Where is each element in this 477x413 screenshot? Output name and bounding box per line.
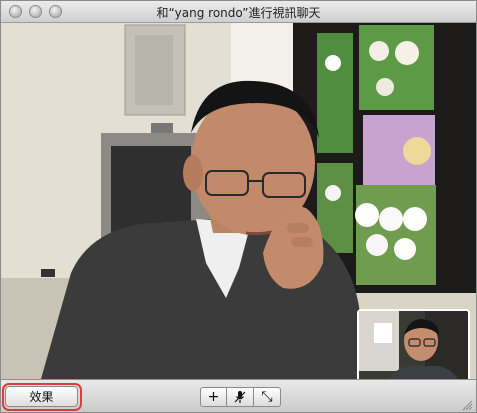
microphone-icon — [234, 391, 246, 403]
fullscreen-arrows-icon: ⤡ — [261, 389, 273, 405]
window-title: 和“yang rondo”進行視訊聊天 — [156, 6, 321, 20]
self-view-preview[interactable] — [357, 309, 470, 379]
bottom-toolbar: 效果 + ⤡ — [1, 379, 476, 412]
video-chat-window: 和“yang rondo”進行視訊聊天 效果 + ⤡ — [0, 0, 477, 413]
title-bar[interactable]: 和“yang rondo”進行視訊聊天 — [1, 1, 476, 23]
call-controls: + ⤡ — [200, 387, 282, 407]
fullscreen-button[interactable]: ⤡ — [254, 387, 281, 407]
resize-grip-icon[interactable] — [461, 399, 473, 411]
mute-button[interactable] — [227, 387, 254, 407]
remote-video-feed — [1, 23, 476, 379]
effects-button[interactable]: 效果 — [5, 386, 78, 407]
self-view-image — [359, 311, 468, 379]
add-participant-button[interactable]: + — [200, 387, 227, 407]
plus-icon: + — [207, 389, 220, 405]
